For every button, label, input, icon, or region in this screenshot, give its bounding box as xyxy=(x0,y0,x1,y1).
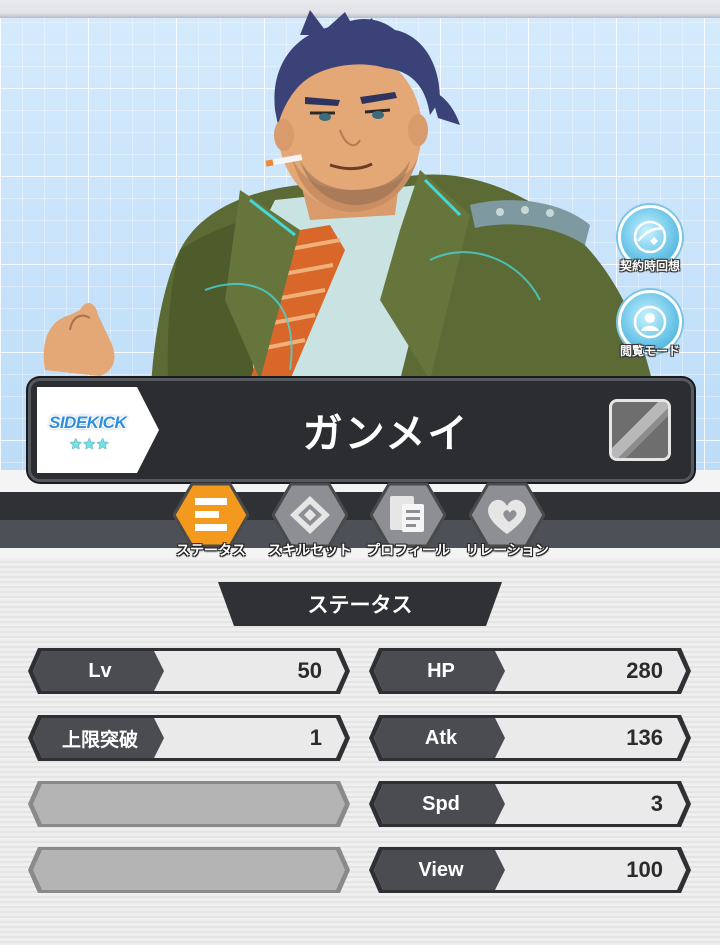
stat-limit-break-label: 上限突破 xyxy=(61,728,138,751)
character-nameplate: SIDEKICK ★★★ ガンメイ xyxy=(28,378,694,482)
stat-lv: Lv 50 xyxy=(26,646,352,696)
section-title: ステータス xyxy=(307,593,413,617)
rarity-stars: ★★★ xyxy=(69,435,110,453)
view-mode-label: 閲覧モード xyxy=(619,344,680,358)
stat-hp-value: 280 xyxy=(626,658,663,683)
tab-skillset[interactable]: スキルセット xyxy=(262,482,358,562)
stat-spd-label: Spd xyxy=(422,792,460,815)
stat-atk-value: 136 xyxy=(626,725,663,750)
view-mode-button[interactable]: 閲覧モード xyxy=(610,290,690,370)
contract-memory-button[interactable]: 契約時回想 xyxy=(610,205,690,285)
contract-memory-label: 契約時回想 xyxy=(619,259,680,273)
stat-lv-label: Lv xyxy=(88,659,112,682)
profile-icon xyxy=(370,482,446,548)
tab-status[interactable]: ステータス xyxy=(163,482,259,562)
stat-hp: HP 280 xyxy=(367,646,693,696)
rank-label: SIDEKICK xyxy=(49,413,127,432)
stat-view-label: View xyxy=(418,858,464,881)
section-header: ステータス xyxy=(218,580,502,628)
rank-badge: SIDEKICK ★★★ xyxy=(37,387,159,473)
stat-empty-slot xyxy=(26,845,352,895)
stat-view: View 100 xyxy=(367,845,693,895)
stat-atk: Atk 136 xyxy=(367,713,693,763)
stat-spd: Spd 3 xyxy=(367,779,693,829)
element-icon xyxy=(609,399,671,461)
stat-empty-slot xyxy=(26,779,352,829)
stat-hp-label: HP xyxy=(427,659,455,682)
stat-limit-break-value: 1 xyxy=(309,725,322,750)
stat-atk-label: Atk xyxy=(424,726,458,749)
character-name: ガンメイ xyxy=(302,411,470,457)
stat-limit-break: 上限突破 1 xyxy=(26,713,352,763)
stat-view-value: 100 xyxy=(626,857,663,882)
stat-spd-value: 3 xyxy=(650,791,663,816)
tab-relation-label: リレーション xyxy=(465,543,549,559)
relation-icon xyxy=(469,482,545,548)
skill-icon xyxy=(272,482,348,548)
stat-lv-value: 50 xyxy=(297,658,322,683)
tab-relation[interactable]: リレーション xyxy=(459,482,555,562)
status-icon xyxy=(173,482,249,548)
tab-profile[interactable]: プロフィール xyxy=(360,482,456,562)
